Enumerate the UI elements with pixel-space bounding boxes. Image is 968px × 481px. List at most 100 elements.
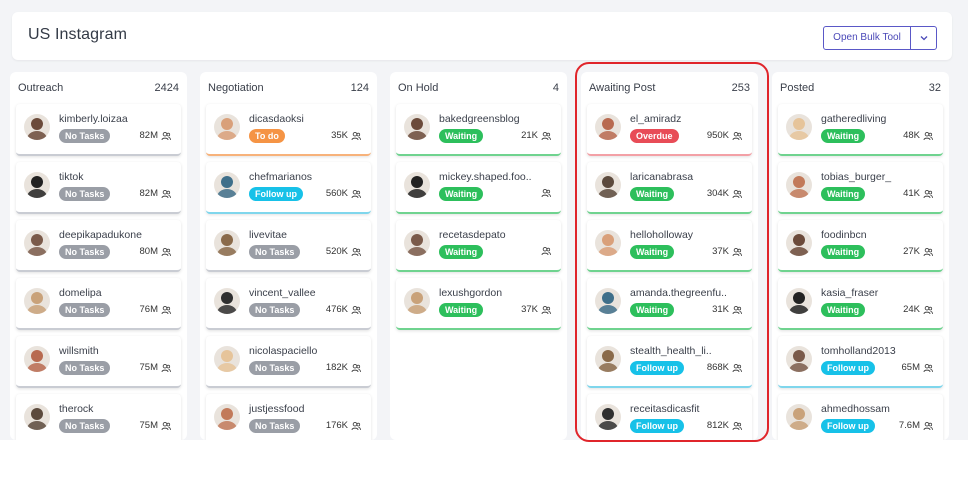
- influencer-handle[interactable]: recetasdepato: [439, 229, 506, 241]
- column-header: Awaiting Post 253: [581, 72, 758, 102]
- follower-count-value: 37K: [712, 246, 729, 257]
- column-header: Posted 32: [772, 72, 949, 102]
- influencer-card[interactable]: dicasdaoksi To do 35K: [206, 104, 371, 156]
- follower-count: 21K: [521, 130, 551, 141]
- influencer-handle[interactable]: chefmarianos: [249, 171, 312, 183]
- status-badge: No Tasks: [249, 419, 301, 433]
- influencer-handle[interactable]: livevitae: [249, 229, 287, 241]
- influencer-card[interactable]: mickey.shaped.foo.. Waiting: [396, 162, 561, 214]
- follower-count-value: 520K: [325, 246, 348, 257]
- follower-count-value: 35K: [331, 130, 348, 141]
- influencer-card[interactable]: tobias_burger_ Waiting 41K: [778, 162, 943, 214]
- follower-count: 65M: [902, 362, 933, 373]
- follower-count: 35K: [331, 130, 361, 141]
- follower-count-value: 21K: [521, 130, 538, 141]
- influencer-card[interactable]: domelipa No Tasks 76M: [16, 278, 181, 330]
- influencer-card[interactable]: bakedgreensblog Waiting 21K: [396, 104, 561, 156]
- card-list: dicasdaoksi To do 35K chefmarianos Follow up…: [206, 104, 371, 440]
- influencer-handle[interactable]: mickey.shaped.foo..: [439, 171, 532, 183]
- influencer-handle[interactable]: ahmedhossam: [821, 403, 890, 415]
- follower-count: 82M: [140, 188, 171, 199]
- follower-count: 176K: [326, 420, 361, 431]
- influencer-card[interactable]: deepikapadukone No Tasks 80M: [16, 220, 181, 272]
- influencer-handle[interactable]: willsmith: [59, 345, 99, 357]
- influencer-handle[interactable]: therock: [59, 403, 93, 415]
- influencer-handle[interactable]: tiktok: [59, 171, 84, 183]
- avatar: [595, 230, 621, 256]
- users-icon: [541, 131, 551, 140]
- influencer-handle[interactable]: stealth_health_li..: [630, 345, 712, 357]
- avatar: [404, 230, 430, 256]
- follower-count-value: 82M: [139, 130, 158, 141]
- influencer-card[interactable]: kimberly.loizaa No Tasks 82M: [16, 104, 181, 156]
- follower-count-value: 48K: [903, 130, 920, 141]
- influencer-card[interactable]: willsmith No Tasks 75M: [16, 336, 181, 388]
- status-badge: Waiting: [821, 245, 866, 259]
- avatar: [214, 346, 240, 372]
- influencer-card[interactable]: chefmarianos Follow up 560K: [206, 162, 371, 214]
- avatar: [595, 404, 621, 430]
- influencer-card[interactable]: justjessfood No Tasks 176K: [206, 394, 371, 440]
- influencer-handle[interactable]: helloholloway: [630, 229, 693, 241]
- influencer-card[interactable]: foodinbcn Waiting 27K: [778, 220, 943, 272]
- influencer-handle[interactable]: tobias_burger_: [821, 171, 891, 183]
- influencer-handle[interactable]: justjessfood: [249, 403, 304, 415]
- influencer-card[interactable]: lexushgordon Waiting 37K: [396, 278, 561, 330]
- influencer-handle[interactable]: deepikapadukone: [59, 229, 142, 241]
- follower-count: 7.6M: [899, 420, 933, 431]
- avatar: [24, 230, 50, 256]
- users-icon: [732, 131, 742, 140]
- influencer-handle[interactable]: domelipa: [59, 287, 102, 299]
- influencer-card[interactable]: nicolaspaciello No Tasks 182K: [206, 336, 371, 388]
- influencer-handle[interactable]: vincent_vallee: [249, 287, 316, 299]
- influencer-handle[interactable]: el_amiradz: [630, 113, 681, 125]
- follower-count: 476K: [326, 304, 361, 315]
- influencer-card[interactable]: livevitae No Tasks 520K: [206, 220, 371, 272]
- influencer-card[interactable]: tomholland2013 Follow up 65M: [778, 336, 943, 388]
- card-list: el_amiradz Overdue 950K laricanabrasa Waitin…: [587, 104, 752, 440]
- influencer-card[interactable]: recetasdepato Waiting: [396, 220, 561, 272]
- column-title: Outreach: [18, 82, 64, 94]
- avatar: [595, 114, 621, 140]
- influencer-card[interactable]: therock No Tasks 75M: [16, 394, 181, 440]
- follower-count: 82M: [140, 130, 171, 141]
- influencer-card[interactable]: tiktok No Tasks 82M: [16, 162, 181, 214]
- bulk-tool-split-button: Open Bulk Tool: [823, 26, 937, 50]
- follower-count-value: 27K: [903, 246, 920, 257]
- influencer-card[interactable]: amanda.thegreenfu.. Waiting 31K: [587, 278, 752, 330]
- influencer-card[interactable]: kasia_fraser Waiting 24K: [778, 278, 943, 330]
- avatar: [404, 114, 430, 140]
- avatar: [786, 230, 812, 256]
- influencer-handle[interactable]: kimberly.loizaa: [59, 113, 128, 125]
- influencer-handle[interactable]: laricanabrasa: [630, 171, 693, 183]
- bulk-tool-dropdown-button[interactable]: [911, 27, 936, 49]
- column-header: Outreach 2424: [10, 72, 187, 102]
- influencer-handle[interactable]: bakedgreensblog: [439, 113, 520, 125]
- follower-count: 950K: [707, 130, 742, 141]
- influencer-handle[interactable]: amanda.thegreenfu..: [630, 287, 727, 299]
- influencer-card[interactable]: receitasdicasfit Follow up 812K: [587, 394, 752, 440]
- influencer-handle[interactable]: receitasdicasfit: [630, 403, 699, 415]
- influencer-card[interactable]: helloholloway Waiting 37K: [587, 220, 752, 272]
- users-icon: [541, 246, 551, 256]
- avatar: [24, 114, 50, 140]
- influencer-handle[interactable]: lexushgordon: [439, 287, 502, 299]
- column-count: 32: [928, 82, 941, 94]
- influencer-card[interactable]: stealth_health_li.. Follow up 868K: [587, 336, 752, 388]
- influencer-handle[interactable]: kasia_fraser: [821, 287, 878, 299]
- influencer-handle[interactable]: dicasdaoksi: [249, 113, 304, 125]
- influencer-handle[interactable]: tomholland2013: [821, 345, 896, 357]
- influencer-card[interactable]: vincent_vallee No Tasks 476K: [206, 278, 371, 330]
- influencer-handle[interactable]: foodinbcn: [821, 229, 867, 241]
- influencer-card[interactable]: ahmedhossam Follow up 7.6M: [778, 394, 943, 440]
- influencer-handle[interactable]: gatheredliving: [821, 113, 886, 125]
- follower-count-value: 65M: [901, 362, 920, 373]
- follower-count-value: 476K: [325, 304, 348, 315]
- influencer-card[interactable]: gatheredliving Waiting 48K: [778, 104, 943, 156]
- influencer-card[interactable]: el_amiradz Overdue 950K: [587, 104, 752, 156]
- users-icon: [732, 305, 742, 314]
- influencer-handle[interactable]: nicolaspaciello: [249, 345, 317, 357]
- open-bulk-tool-button[interactable]: Open Bulk Tool: [824, 27, 911, 49]
- influencer-card[interactable]: laricanabrasa Waiting 304K: [587, 162, 752, 214]
- status-badge: No Tasks: [249, 303, 301, 317]
